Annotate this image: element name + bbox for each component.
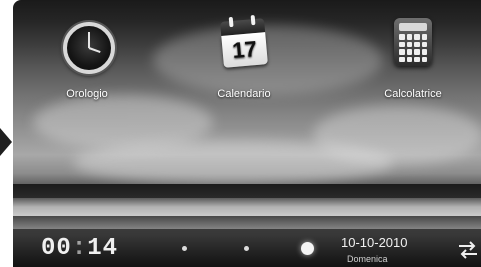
app-calendar[interactable]: 17 Calendario: [196, 14, 292, 100]
horizon: [13, 184, 481, 198]
calendar-page: 17: [220, 14, 268, 68]
swap-arrows-icon[interactable]: [457, 241, 479, 259]
calendar-day: 17: [221, 32, 268, 68]
time-hours: 00: [41, 235, 72, 262]
page-indicator-dot[interactable]: [182, 246, 187, 251]
app-label-calculator: Calcolatrice: [384, 88, 442, 100]
clock-face: [63, 22, 115, 74]
page-indicator-dot[interactable]: [244, 246, 249, 251]
sea-surf: [13, 198, 481, 216]
calendar-ring: [228, 16, 234, 28]
app-calculator[interactable]: Calcolatrice: [365, 14, 461, 100]
calendar-ring: [250, 14, 256, 26]
clock-readout: 00:14: [41, 235, 118, 262]
calculator-display: [399, 23, 427, 31]
home-screen: Orologio 17 Calendario Calcolatrice 00:1…: [13, 0, 481, 267]
time-minutes: 14: [87, 235, 119, 262]
calculator-icon: [384, 14, 442, 86]
app-label-clock: Orologio: [66, 88, 108, 100]
left-arrow-icon: [0, 128, 12, 156]
app-clock[interactable]: Orologio: [39, 14, 135, 100]
day-text: Domenica: [347, 254, 388, 264]
calendar-icon: 17: [215, 14, 273, 86]
time-separator: :: [71, 235, 88, 262]
clock-hand: [88, 32, 90, 48]
calculator-body: [394, 18, 432, 66]
date-text: 10-10-2010: [341, 235, 408, 250]
clock-icon: [58, 14, 116, 86]
cloud: [73, 140, 393, 185]
app-label-calendar: Calendario: [217, 88, 271, 100]
calculator-keys: [399, 34, 427, 62]
page-indicator-dot-active[interactable]: [301, 242, 314, 255]
status-bar: 00:14 10-10-2010 Domenica: [13, 229, 481, 267]
clock-hand: [88, 47, 101, 54]
